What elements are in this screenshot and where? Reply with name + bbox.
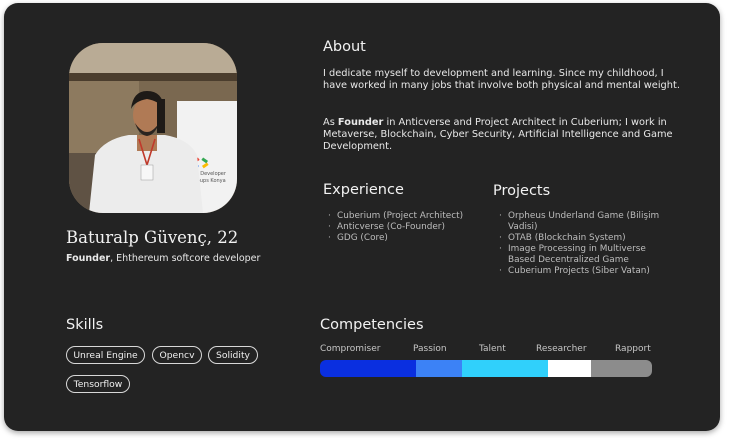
experience-heading: Experience (323, 182, 404, 198)
competency-label-passion: Passion (413, 344, 447, 354)
competencies-heading: Competencies (320, 317, 424, 333)
competency-label-researcher: Researcher (536, 344, 587, 354)
skill-tag-unreal-engine[interactable]: Unreal Engine (66, 346, 145, 364)
competency-segment-passion (416, 360, 462, 377)
role-title: Founder (66, 253, 111, 264)
experience-list: Cuberium (Project Architect) Anticverse … (325, 211, 485, 244)
skills-heading: Skills (66, 317, 104, 333)
list-item: Image Processing in Multiverse Based Dec… (496, 244, 668, 266)
projects-list: Orpheus Underland Game (Bilişim Vadisi) … (496, 211, 668, 277)
about-heading: About (323, 39, 366, 55)
list-item: OTAB (Blockchain System) (496, 233, 668, 244)
skill-tag-opencv[interactable]: Opencv (152, 346, 202, 364)
about-p2-prefix: As (323, 117, 338, 128)
competency-label-talent: Talent (479, 344, 506, 354)
list-item: Cuberium Projects (Siber Vatan) (496, 266, 668, 277)
list-item: GDG (Core) (325, 233, 485, 244)
competency-segment-compromiser (320, 360, 416, 377)
competency-segment-talent (462, 360, 548, 377)
competency-segment-rapport (591, 360, 652, 377)
about-paragraph-2: As Founder in Anticverse and Project Arc… (323, 117, 683, 153)
list-item: Cuberium (Project Architect) (325, 211, 485, 222)
skill-tag-tensorflow[interactable]: Tensorflow (66, 375, 130, 393)
list-item: Anticverse (Co-Founder) (325, 222, 485, 233)
list-item: Orpheus Underland Game (Bilişim Vadisi) (496, 211, 668, 233)
competency-label-compromiser: Compromiser (320, 344, 381, 354)
about-paragraph-1: I dedicate myself to development and lea… (323, 68, 680, 91)
profile-name: Baturalp Güvenç, 22 (66, 228, 239, 247)
competency-label-rapport: Rapport (615, 344, 651, 354)
about-p2-bold: Founder (337, 117, 384, 128)
skill-tag-solidity[interactable]: Solidity (208, 346, 258, 364)
role-description: , Ehthereum softcore developer (110, 253, 261, 264)
projects-heading: Projects (493, 183, 551, 199)
competency-segment-researcher (548, 360, 591, 377)
profile-photo: Google Developer Groups Konya (69, 43, 237, 213)
competency-bar (320, 360, 652, 377)
profile-role: Founder, Ehthereum softcore developer (66, 253, 260, 264)
